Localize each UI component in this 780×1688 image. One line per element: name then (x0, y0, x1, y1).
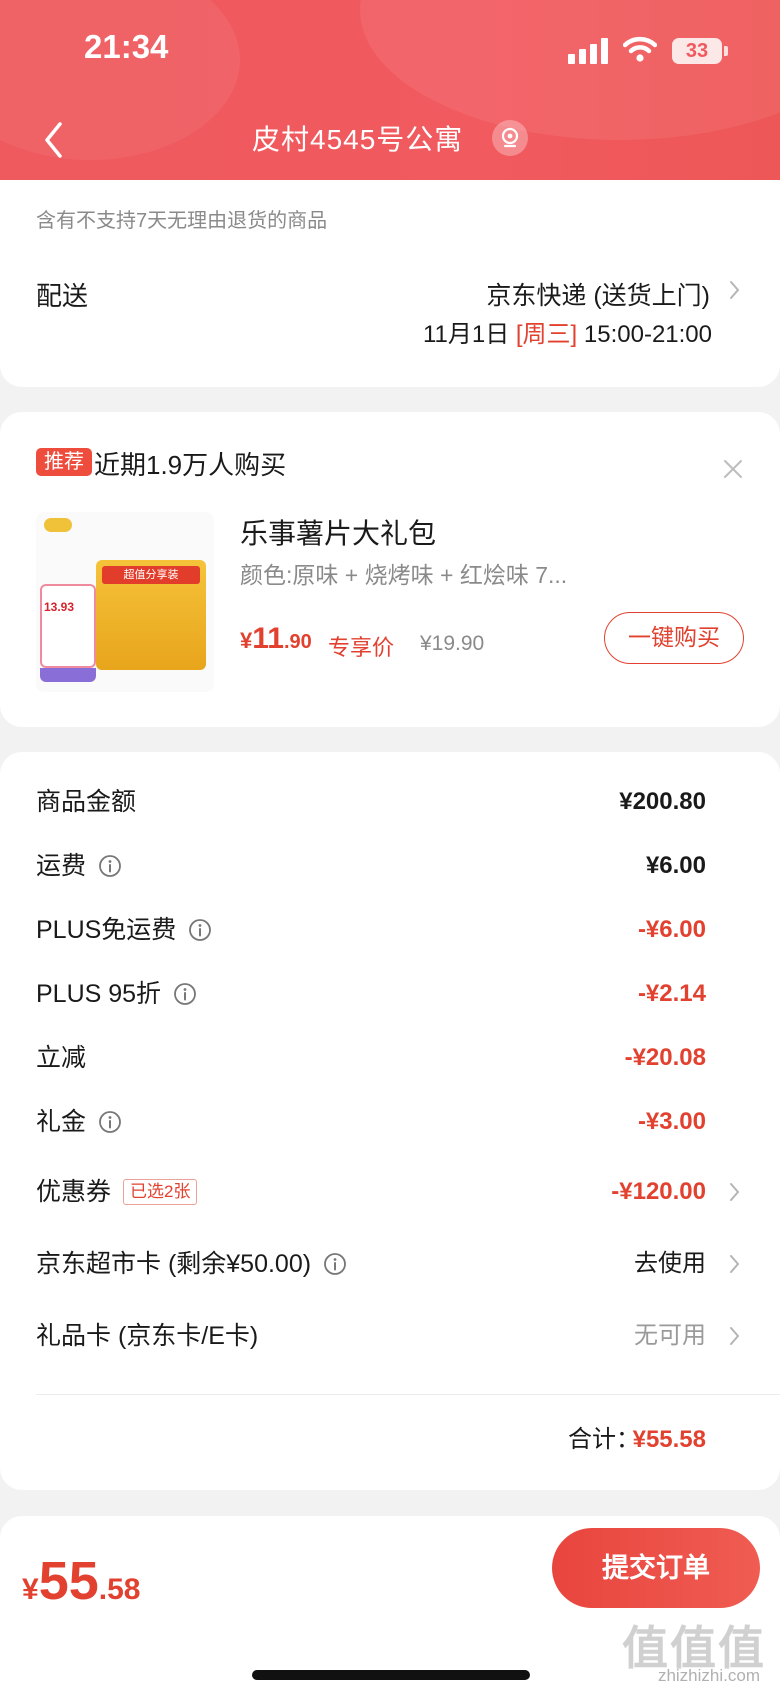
battery-icon: 33 (672, 38, 722, 64)
delivery-card: 含有不支持7天无理由退货的商品 配送 京东快递 (送货上门) 11月1日 [周三… (0, 180, 780, 387)
close-icon[interactable] (722, 458, 744, 480)
summary-row-coupons[interactable]: 优惠券 已选2张 -¥120.00 (0, 1172, 780, 1212)
wifi-icon (623, 36, 657, 62)
header-decoration (0, 0, 240, 160)
bottom-bar: ¥55.58 提交订单 值值值 zhizhizhi.com (0, 1516, 780, 1688)
chevron-right-icon[interactable] (728, 1179, 742, 1205)
delivery-label: 配送 (36, 281, 89, 311)
divider (36, 1394, 780, 1395)
summary-row-subtotal: 商品金额 ¥200.80 (0, 782, 780, 822)
delivery-day: [周三] (515, 321, 578, 348)
delivery-time[interactable]: 11月1日 [周三] 15:00-21:00 (423, 314, 712, 349)
price-currency: ¥ (240, 628, 253, 653)
row-label: 立减 (36, 1044, 87, 1072)
order-checkout-page: 21:34 33 皮村4545号公寓 含有不支持7天无理由退货的商品 配送 京东… (0, 0, 780, 1688)
summary-row-plus-discount: PLUS 95折 -¥2.14 (0, 974, 780, 1014)
price-dec: .58 (98, 1573, 141, 1606)
battery-tip (724, 46, 728, 56)
total-value: ¥55.58 (632, 1426, 706, 1453)
row-value: -¥2.14 (637, 980, 706, 1007)
recommend-badge: 推荐 (36, 448, 92, 476)
back-button[interactable] (38, 118, 68, 162)
return-policy-notice: 含有不支持7天无理由退货的商品 (36, 210, 328, 232)
header: 21:34 33 皮村4545号公寓 (0, 0, 780, 182)
original-price: ¥19.90 (420, 632, 485, 655)
row-label: 优惠券 (36, 1178, 112, 1206)
info-icon[interactable] (323, 1252, 347, 1276)
product-image[interactable]: 超值分享装 13.93 (36, 512, 214, 692)
total-label: 合计： (568, 1426, 640, 1453)
info-icon[interactable] (173, 982, 197, 1006)
recommend-text: 近期1.9万人购买 (94, 450, 287, 480)
signal-icon (568, 38, 610, 64)
row-label: 商品金额 (36, 788, 137, 816)
info-icon[interactable] (98, 1110, 122, 1134)
row-value: 无可用 (634, 1322, 706, 1349)
row-label: 礼金 (36, 1108, 87, 1136)
price-currency: ¥ (22, 1573, 39, 1606)
row-value: ¥200.80 (619, 788, 706, 815)
home-indicator[interactable] (252, 1670, 530, 1680)
row-value: 去使用 (634, 1250, 706, 1277)
row-value: -¥20.08 (624, 1044, 706, 1071)
info-icon[interactable] (188, 918, 212, 942)
location-button[interactable] (492, 120, 528, 156)
row-value: ¥6.00 (645, 852, 706, 879)
image-price: 13.93 (44, 600, 75, 614)
row-label: PLUS 95折 (36, 980, 162, 1008)
row-value: -¥6.00 (637, 916, 706, 943)
promo-ribbon-graphic (40, 668, 96, 682)
summary-row-shipping: 运费 ¥6.00 (0, 846, 780, 886)
row-label: 京东超市卡 (剩余¥50.00) (36, 1250, 312, 1278)
price-dec: .90 (283, 631, 312, 653)
price-summary-card: 商品金额 ¥200.80 运费 ¥6.00 PLUS免运费 -¥6.00 PLU… (0, 752, 780, 1490)
row-label: 礼品卡 (京东卡/E卡) (36, 1322, 259, 1350)
summary-row-supermarket-card[interactable]: 京东超市卡 (剩余¥50.00) 去使用 (0, 1244, 780, 1284)
bag-title: 超值分享装 (102, 566, 200, 584)
brand-logo-graphic (44, 518, 72, 532)
price-int: 55 (38, 1551, 99, 1611)
chevron-right-icon[interactable] (728, 1251, 742, 1277)
payable-amount: ¥55.58 (22, 1550, 140, 1612)
recommendation-card: 推荐 近期1.9万人购买 超值分享装 13.93 乐事薯片大礼包 颜色:原味 +… (0, 412, 780, 727)
product-spec: 颜色:原味 + 烧烤味 + 红烩味 7... (240, 562, 568, 588)
chevron-left-icon (45, 122, 62, 158)
product-price: ¥11.90 (240, 622, 312, 656)
submit-order-button[interactable]: 提交订单 (552, 1528, 760, 1608)
row-value: -¥3.00 (637, 1108, 706, 1135)
row-label: 运费 (36, 852, 87, 880)
product-name[interactable]: 乐事薯片大礼包 (240, 512, 436, 552)
chevron-right-icon[interactable] (728, 1323, 742, 1349)
location-pin-icon (501, 127, 519, 148)
delivery-date: 11月1日 (422, 321, 510, 348)
delivery-address-title[interactable]: 皮村4545号公寓 (252, 118, 463, 158)
status-time: 21:34 (84, 28, 169, 65)
delivery-window: 15:00-21:00 (583, 321, 712, 348)
delivery-method[interactable]: 京东快递 (送货上门) (486, 276, 710, 312)
summary-row-plus-free-shipping: PLUS免运费 -¥6.00 (0, 910, 780, 950)
summary-row-instant-discount: 立减 -¥20.08 (0, 1038, 780, 1078)
summary-row-gift-money: 礼金 -¥3.00 (0, 1102, 780, 1142)
row-label: PLUS免运费 (36, 916, 177, 944)
site-watermark-url: zhizhizhi.com (657, 1666, 760, 1685)
promo-card-graphic (40, 584, 96, 668)
summary-row-gift-card[interactable]: 礼品卡 (京东卡/E卡) 无可用 (0, 1316, 780, 1356)
coupon-selected-tag: 已选2张 (123, 1179, 198, 1205)
one-click-buy-button[interactable]: 一键购买 (604, 612, 744, 664)
exclusive-price-tag: 专享价 (328, 635, 395, 660)
info-icon[interactable] (98, 854, 122, 878)
price-int: 11 (252, 622, 284, 655)
row-value: -¥120.00 (611, 1178, 706, 1205)
chevron-right-icon[interactable] (728, 276, 742, 304)
